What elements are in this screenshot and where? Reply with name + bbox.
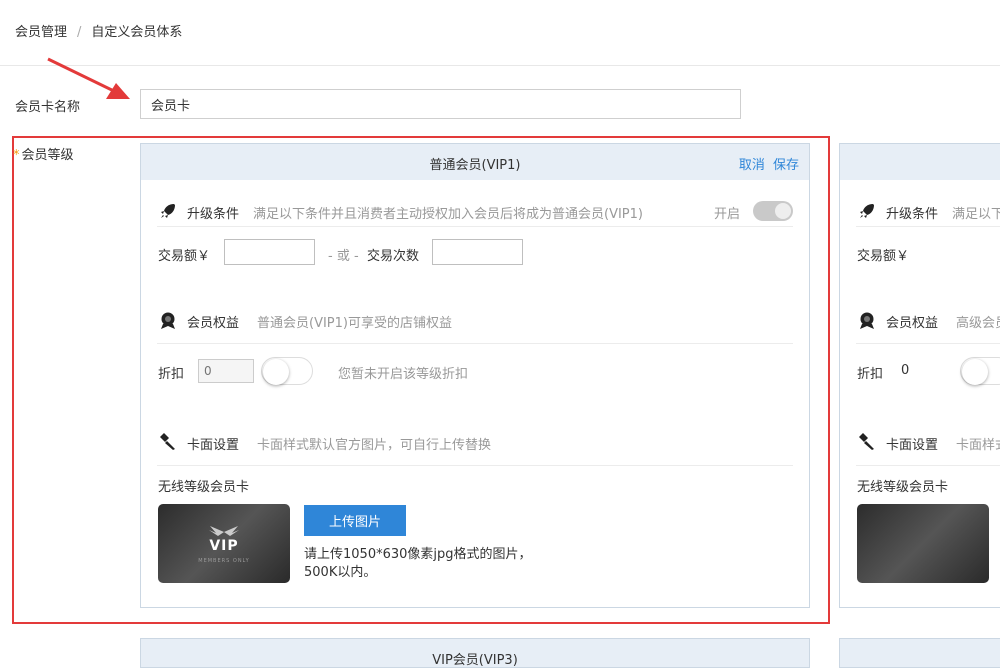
toggle-knob (775, 203, 791, 219)
discount-input[interactable] (198, 359, 254, 383)
discount-hint: 您暂未开启该等级折扣 (338, 367, 469, 382)
toggle-knob (962, 359, 988, 385)
upgrade-section-desc: 满足以下条件并且消费者主动授权加入会员后将成为普通会员(VIP1) (253, 207, 643, 222)
or-separator: - 或 - (328, 249, 359, 264)
level-card-header: 普通会员(VIP1) 取消 保存 (141, 144, 809, 180)
toggle-knob (263, 359, 289, 385)
level-card-title: VIP会员(VIP3) (432, 653, 518, 668)
medal-icon (161, 312, 175, 329)
member-level-label: * 会员等级 (13, 148, 74, 163)
level-card-vip3: VIP会员(VIP3) (140, 638, 810, 668)
cardface-section-desc: 卡面样式 (956, 438, 1000, 453)
rights-section-title: 会员权益 (886, 316, 939, 331)
upgrade-toggle-label: 开启 (714, 207, 741, 222)
level-card-vip1: 普通会员(VIP1) 取消 保存 升级条件 满足以下条件并且消费者主动授权加入会… (140, 143, 810, 608)
brush-icon (160, 433, 175, 450)
discount-toggle[interactable] (261, 357, 313, 385)
upgrade-toggle[interactable] (753, 201, 793, 221)
breadcrumb-item-custom-system: 自定义会员体系 (91, 25, 183, 40)
section-divider (157, 465, 793, 466)
wireless-card-label: 无线等级会员卡 (158, 480, 250, 495)
section-divider (856, 343, 1000, 344)
discount-toggle[interactable] (960, 357, 1000, 385)
section-divider (157, 226, 793, 227)
upgrade-section-desc: 满足以下 (952, 207, 1000, 222)
breadcrumb: 会员管理 / 自定义会员体系 (15, 21, 182, 40)
cardface-section-title: 卡面设置 (187, 438, 240, 453)
count-input[interactable] (432, 239, 523, 265)
count-label: 交易次数 (367, 249, 420, 264)
amount-label: 交易额￥ (158, 249, 211, 264)
required-mark: * (13, 148, 20, 163)
rights-section-desc: 高级会员 (956, 316, 1000, 331)
vip-card-text: VIP (209, 538, 239, 554)
discount-value: 0 (901, 363, 910, 378)
rocket-icon (860, 204, 874, 218)
cancel-button[interactable]: 取消 (739, 158, 765, 173)
brush-icon (859, 433, 874, 450)
level-card-vip2: 升级条件 满足以下 交易额￥ 会员权益 高级会员 折扣 0 卡面设置 卡面样式 … (839, 143, 1000, 608)
upgrade-section-title: 升级条件 (886, 207, 939, 222)
vip-card-preview: VIP MEMBERS ONLY (158, 504, 290, 583)
level-card-header (840, 144, 1000, 180)
vip-card-preview (857, 504, 989, 583)
breadcrumb-item-member-management[interactable]: 会员管理 (15, 25, 67, 40)
header-divider (0, 65, 1000, 66)
rights-section-desc: 普通会员(VIP1)可享受的店铺权益 (257, 316, 452, 331)
wireless-card-label: 无线等级会员卡 (857, 480, 949, 495)
upload-image-button[interactable]: 上传图片 (304, 505, 406, 536)
amount-label: 交易额￥ (857, 249, 910, 264)
wings-icon (209, 526, 239, 536)
rocket-icon (161, 204, 175, 218)
medal-icon (860, 312, 874, 329)
card-name-label: 会员卡名称 (15, 100, 81, 115)
cardface-section-desc: 卡面样式默认官方图片，可自行上传替换 (257, 438, 492, 453)
level-card-vip4 (839, 638, 1000, 668)
save-button[interactable]: 保存 (773, 158, 799, 173)
section-divider (157, 343, 793, 344)
upload-hint-line2: 500K以内。 (304, 565, 377, 580)
rights-section-title: 会员权益 (187, 316, 240, 331)
card-name-input[interactable] (140, 89, 741, 119)
discount-label: 折扣 (158, 367, 185, 382)
level-card-title: 普通会员(VIP1) (429, 158, 521, 173)
breadcrumb-separator: / (77, 25, 82, 40)
section-divider (856, 465, 1000, 466)
vip-card-subtext: MEMBERS ONLY (198, 558, 250, 564)
section-divider (856, 226, 1000, 227)
upgrade-section-title: 升级条件 (187, 207, 240, 222)
cardface-section-title: 卡面设置 (886, 438, 939, 453)
upload-hint-line1: 请上传1050*630像素jpg格式的图片， (304, 547, 532, 562)
discount-label: 折扣 (857, 367, 884, 382)
amount-input[interactable] (224, 239, 315, 265)
